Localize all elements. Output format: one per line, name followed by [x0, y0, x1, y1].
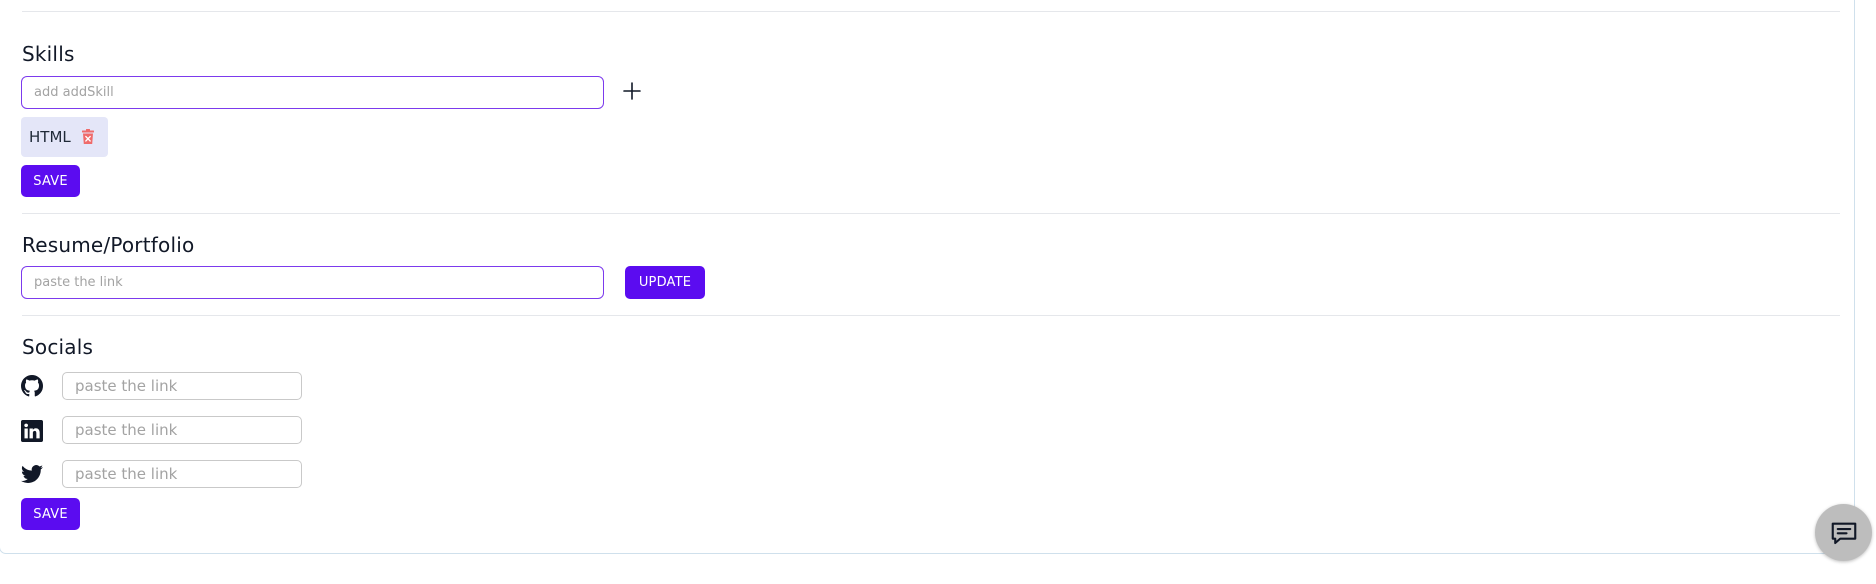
github-icon — [21, 375, 43, 397]
skills-heading: Skills — [22, 42, 75, 66]
github-link-input[interactable] — [62, 372, 302, 400]
section-divider-skills — [22, 213, 1840, 214]
linkedin-link-input[interactable] — [62, 416, 302, 444]
skill-chip-label: HTML — [29, 128, 71, 146]
resume-heading: Resume/Portfolio — [22, 233, 195, 257]
skill-input[interactable] — [21, 76, 604, 109]
chat-feedback-icon — [1831, 522, 1856, 544]
plus-icon[interactable] — [620, 79, 644, 103]
twitter-icon — [21, 465, 43, 483]
save-skills-button[interactable]: SAVE — [21, 165, 80, 197]
feedback-button[interactable] — [1815, 504, 1872, 561]
skill-chip: HTML — [21, 117, 108, 157]
trash-icon[interactable] — [81, 129, 95, 145]
section-divider-top — [22, 11, 1840, 12]
resume-link-input[interactable] — [21, 266, 604, 299]
socials-heading: Socials — [22, 335, 94, 359]
save-socials-button[interactable]: SAVE — [21, 498, 80, 530]
twitter-link-input[interactable] — [62, 460, 302, 488]
section-divider-resume — [22, 315, 1840, 316]
update-resume-button[interactable]: UPDATE — [625, 266, 705, 299]
linkedin-icon — [21, 420, 43, 442]
